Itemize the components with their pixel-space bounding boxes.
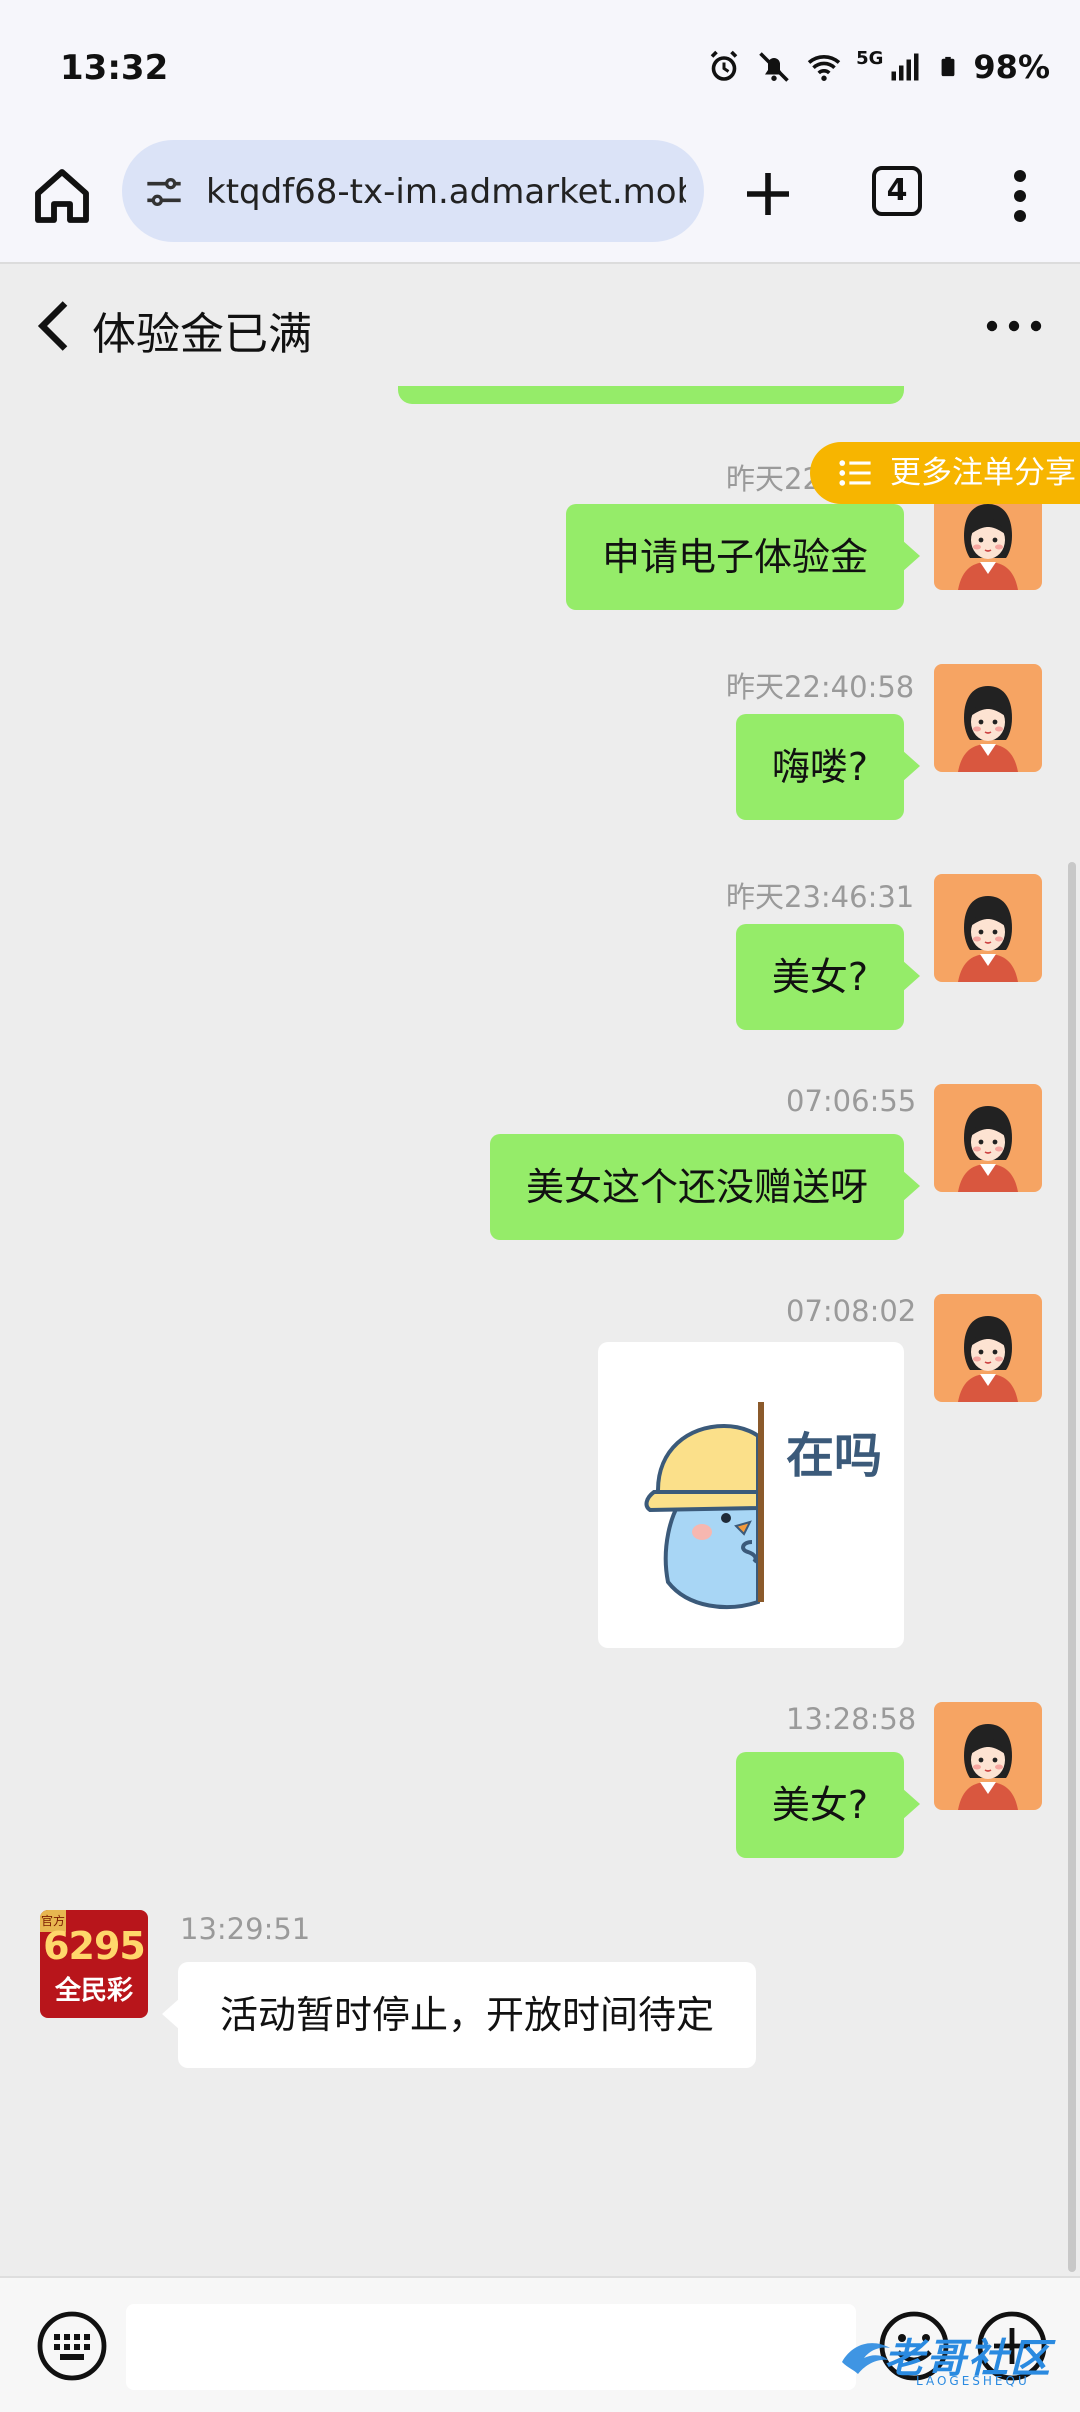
url-text[interactable]: ktqdf68-tx-im.admarket.mobi (206, 172, 686, 212)
battery-level: 98% (973, 48, 1050, 86)
tabs-button[interactable]: 4 (872, 166, 922, 216)
address-bar[interactable]: ktqdf68-tx-im.admarket.mobi (122, 140, 704, 242)
message-time: 昨天22:40:58 (726, 670, 915, 704)
signal-icon (891, 53, 919, 81)
battery-icon (941, 56, 955, 77)
avatar-lottery[interactable]: 官方 6295 全民彩 (40, 1910, 148, 2018)
girl-avatar-icon (958, 896, 1018, 982)
message-input[interactable] (126, 2304, 856, 2390)
back-icon[interactable] (30, 296, 80, 356)
browser-toolbar: ktqdf68-tx-im.admarket.mobi 4 (0, 136, 1080, 264)
home-icon[interactable] (30, 164, 94, 228)
girl-avatar-icon (958, 686, 1018, 772)
status-icons: 5G 98% (706, 48, 1050, 86)
watermark-logo: 老哥社区 LAOGESHEQU (836, 2322, 1066, 2398)
girl-avatar-icon (958, 1724, 1018, 1810)
avatar[interactable] (934, 1084, 1042, 1192)
message-time: 昨天23:46:31 (726, 880, 915, 914)
alarm-icon (710, 50, 738, 81)
mute-icon (759, 52, 789, 82)
message-bubble[interactable]: 美女? (735, 924, 921, 1030)
message-bubble[interactable]: 美女? (735, 1752, 921, 1858)
message-bubble[interactable]: 申请电子体验金 (565, 504, 921, 610)
message-bubble[interactable]: 美女这个还没赠送呀 (489, 1134, 921, 1240)
duck-sticker-icon: 在吗 (644, 1402, 882, 1609)
partial-message-bubble (398, 386, 904, 404)
share-more-bets-button[interactable]: 更多注单分享 (810, 442, 1080, 504)
wifi-icon (807, 55, 841, 81)
share-button-label: 更多注单分享 (890, 455, 1076, 491)
sticker-message[interactable]: 在吗 (598, 1342, 904, 1648)
message-bubble[interactable]: 活动暂时停止，开放时间待定 (161, 1962, 757, 2068)
message-list[interactable]: 昨天22 申请电子体验金 更多注单分享 昨天22:40:58 嗨喽? 昨天23:… (0, 386, 1080, 2276)
message-time: 13:29:51 (180, 1912, 311, 1946)
avatar[interactable] (934, 664, 1042, 772)
watermark-subtext: LAOGESHEQU (916, 2374, 1030, 2388)
chat-header: 体验金已满 (0, 266, 1080, 386)
plus-icon[interactable] (740, 166, 796, 222)
avatar[interactable] (934, 1702, 1042, 1810)
keyboard-icon[interactable] (36, 2310, 108, 2382)
message-time: 昨天22 (726, 462, 821, 496)
message-time: 07:06:55 (786, 1084, 917, 1118)
avatar-number: 6295 (43, 1924, 146, 1968)
status-bar: 13:32 5G 98% (0, 0, 1080, 136)
status-time: 13:32 (60, 48, 169, 88)
avatar[interactable] (934, 874, 1042, 982)
more-icon[interactable] (984, 314, 1044, 338)
message-time: 07:08:02 (786, 1294, 917, 1328)
list-icon (839, 460, 871, 486)
girl-avatar-icon (958, 1316, 1018, 1402)
message-bubble[interactable]: 嗨喽? (735, 714, 921, 820)
scrollbar[interactable] (1068, 862, 1076, 2272)
overflow-menu-icon[interactable] (1000, 166, 1040, 226)
girl-avatar-icon (958, 1106, 1018, 1192)
avatar[interactable] (934, 1294, 1042, 1402)
input-bar: 老哥社区 LAOGESHEQU (0, 2276, 1080, 2412)
chat-title: 体验金已满 (92, 309, 312, 360)
site-settings-icon[interactable] (142, 172, 186, 212)
avatar-name: 全民彩 (54, 1976, 133, 2006)
sticker-caption: 在吗 (786, 1428, 882, 1484)
network-type: 5G (856, 48, 884, 69)
message-time: 13:28:58 (786, 1702, 917, 1736)
